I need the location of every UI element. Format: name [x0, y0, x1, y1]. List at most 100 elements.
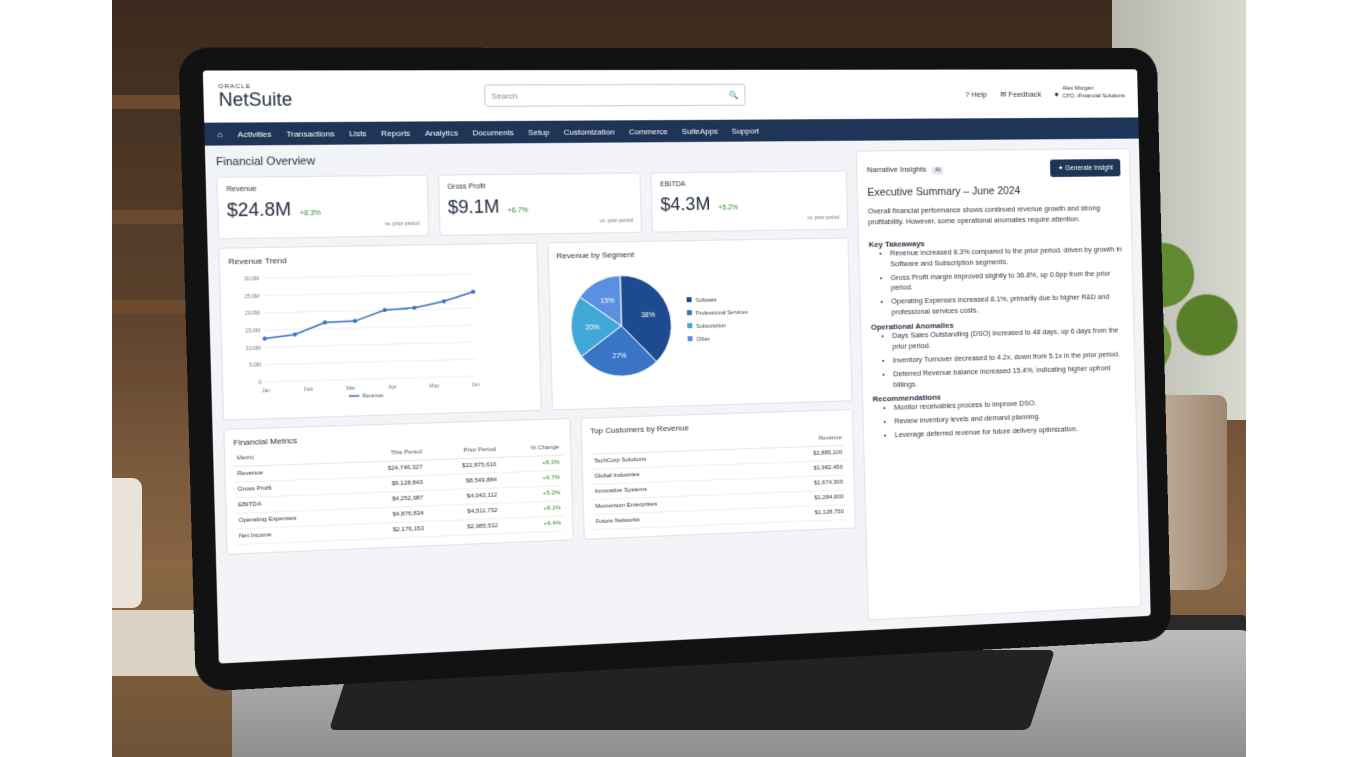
y-tick-label: 15.0M	[245, 328, 260, 334]
nav-customization[interactable]: Customization	[564, 127, 615, 136]
legend-swatch	[686, 322, 692, 328]
grid-line	[264, 308, 474, 313]
insight-list: Monitor receivables process to improve D…	[873, 396, 1127, 442]
kpi-change: +5.2%	[718, 204, 739, 212]
legend-label: Software	[695, 298, 717, 304]
grid-line	[264, 291, 474, 295]
nav-setup[interactable]: Setup	[528, 127, 550, 136]
nav-transactions[interactable]: Transactions	[286, 129, 334, 139]
x-tick-label: May	[429, 383, 439, 389]
revenue-trend-title: Revenue Trend	[228, 255, 287, 267]
kpi-card-ebitda[interactable]: EBITDA $4.3M +5.2% vs. prior period	[650, 170, 849, 233]
brand-name: NetSuite	[218, 89, 293, 111]
y-tick-label: 10.0M	[246, 345, 261, 351]
nav-support[interactable]: Support	[732, 126, 760, 135]
nav-activities[interactable]: Activities	[238, 129, 272, 139]
user-role: CFO, iFinancial Solutions	[1062, 93, 1126, 100]
coffee-mug	[112, 478, 142, 608]
brand-logo[interactable]: ORACLE NetSuite	[218, 84, 293, 111]
revenue-point	[352, 318, 358, 324]
revenue-segment-panel: Revenue by Segment 38% 27% 20% 15% Software P…	[547, 237, 853, 411]
generate-insight-button[interactable]: ✦ Generate Insight	[1050, 158, 1121, 178]
kpi-value: $4.3M	[660, 193, 711, 215]
page-title: Financial Overview	[215, 155, 316, 169]
pie-value-label: 15%	[600, 297, 615, 305]
search-icon[interactable]: 🔍	[729, 90, 739, 99]
user-block: Alex Morgan CFO, iFinancial Solutions	[1062, 86, 1125, 101]
insights-title: Narrative Insights	[866, 164, 927, 175]
legend-label: Revenue	[363, 393, 384, 400]
charts-row: Revenue Trend 30.0M 25.0M 20.0M 15.0M 10.0M 5…	[218, 237, 853, 421]
narrative-insights-panel: Narrative Insights AI ✦ Generate Insight…	[855, 148, 1142, 621]
pie-value-label: 38%	[641, 311, 656, 319]
legend-label: Professional Services	[695, 310, 747, 317]
x-tick-label: Jun	[471, 382, 480, 388]
x-tick-label: Apr	[389, 385, 398, 391]
home-icon[interactable]: ⌂	[217, 129, 222, 138]
legend-swatch	[685, 296, 691, 302]
nav-lists[interactable]: Lists	[349, 128, 367, 137]
ai-badge: AI	[932, 166, 944, 175]
overview-column: Financial Overview Revenue $24.8M +8.3% …	[216, 151, 858, 653]
legend-swatch	[685, 309, 692, 315]
grid-line	[264, 325, 474, 330]
grid-line	[263, 274, 473, 278]
user-menu[interactable]: ● Alex Morgan CFO, iFinancial Solutions	[1054, 86, 1125, 101]
kpi-row: Revenue $24.8M +8.3% vs. prior period Gr…	[216, 170, 849, 240]
top-customers-panel: Top Customers by Revenue Revenue TechCor…	[580, 409, 856, 540]
kpi-label: Revenue	[226, 185, 257, 194]
feedback-label: Feedback	[1008, 89, 1042, 99]
financial-metrics-panel: Financial Metrics Metric This Period Prior…	[223, 417, 574, 555]
y-tick-label: 25.0M	[244, 294, 259, 300]
search-placeholder: Search	[491, 90, 518, 101]
nav-documents[interactable]: Documents	[472, 128, 514, 137]
x-tick-label: Mar	[346, 386, 356, 392]
tables-row: Financial Metrics Metric This Period Prior…	[223, 409, 856, 555]
kpi-card-gross-profit[interactable]: Gross Profit $9.1M +6.7% vs. prior perio…	[437, 172, 643, 236]
help-link[interactable]: ? Help	[965, 90, 987, 99]
insight-item: Gross Profit margin improved slightly to…	[891, 268, 1124, 294]
revenue-segment-chart: 38% 27% 20% 15% Software Professional Service…	[557, 260, 748, 396]
revenue-trend-chart: 30.0M 25.0M 20.0M 15.0M 10.0M 5.0M 0Jan Feb Mar A…	[244, 266, 480, 400]
revenue-segment-title: Revenue by Segment	[556, 250, 635, 261]
nav-suiteapps[interactable]: SuiteApps	[682, 126, 718, 135]
legend-label: Subscription	[696, 323, 726, 330]
summary-title: Executive Summary – June 2024	[867, 185, 1021, 199]
kpi-sub: vs. prior period	[807, 214, 840, 222]
kpi-value: $24.8M	[226, 198, 292, 221]
insight-item: Revenue increased 8.3% compared to the p…	[890, 244, 1123, 269]
insight-list: Revenue increased 8.3% compared to the p…	[869, 244, 1124, 319]
table-cell: +6.4%	[500, 515, 565, 534]
legend-swatch	[686, 335, 692, 341]
revenue-point	[382, 308, 387, 313]
insight-item: Operating Expenses increased 8.1%, prima…	[891, 292, 1124, 318]
y-tick-label: 5.0M	[249, 363, 261, 369]
table-cell: $2,985,512	[427, 518, 502, 537]
pie-value-label: 20%	[585, 323, 600, 331]
feedback-link[interactable]: ✉ Feedback	[1000, 89, 1041, 98]
header-actions: ? Help ✉ Feedback ● Alex Morgan CFO, iFi…	[965, 86, 1125, 102]
grid-line	[265, 342, 474, 347]
revenue-series-line	[264, 292, 475, 339]
kpi-change: +6.7%	[507, 207, 529, 215]
kpi-card-revenue[interactable]: Revenue $24.8M +8.3% vs. prior period	[216, 174, 429, 240]
dashboard: Financial Overview Revenue $24.8M +8.3% …	[205, 139, 1151, 664]
y-tick-label: 0	[259, 380, 262, 386]
x-tick-label: Feb	[304, 387, 313, 393]
nav-reports[interactable]: Reports	[381, 128, 410, 137]
search-input[interactable]: Search 🔍	[484, 83, 746, 107]
financial-metrics-table: Metric This Period Prior Period% Change Re…	[233, 440, 565, 546]
kpi-label: EBITDA	[660, 181, 686, 189]
revenue-point	[471, 289, 476, 294]
y-tick-label: 20.0M	[245, 311, 260, 317]
insight-item: Days Sales Outstanding (DSO) increased t…	[892, 325, 1125, 352]
user-icon: ●	[1054, 89, 1059, 99]
revenue-point	[441, 299, 446, 304]
summary-text: Overall financial performance shows cont…	[867, 203, 1101, 227]
insights-header: Narrative Insights AI ✦ Generate Insight	[866, 158, 1121, 179]
revenue-point	[292, 332, 298, 337]
nav-commerce[interactable]: Commerce	[629, 127, 668, 136]
nav-analytics[interactable]: Analytics	[425, 128, 458, 137]
table-cell: $1,128,750	[759, 504, 847, 523]
kpi-sub: vs. prior period	[384, 220, 420, 228]
